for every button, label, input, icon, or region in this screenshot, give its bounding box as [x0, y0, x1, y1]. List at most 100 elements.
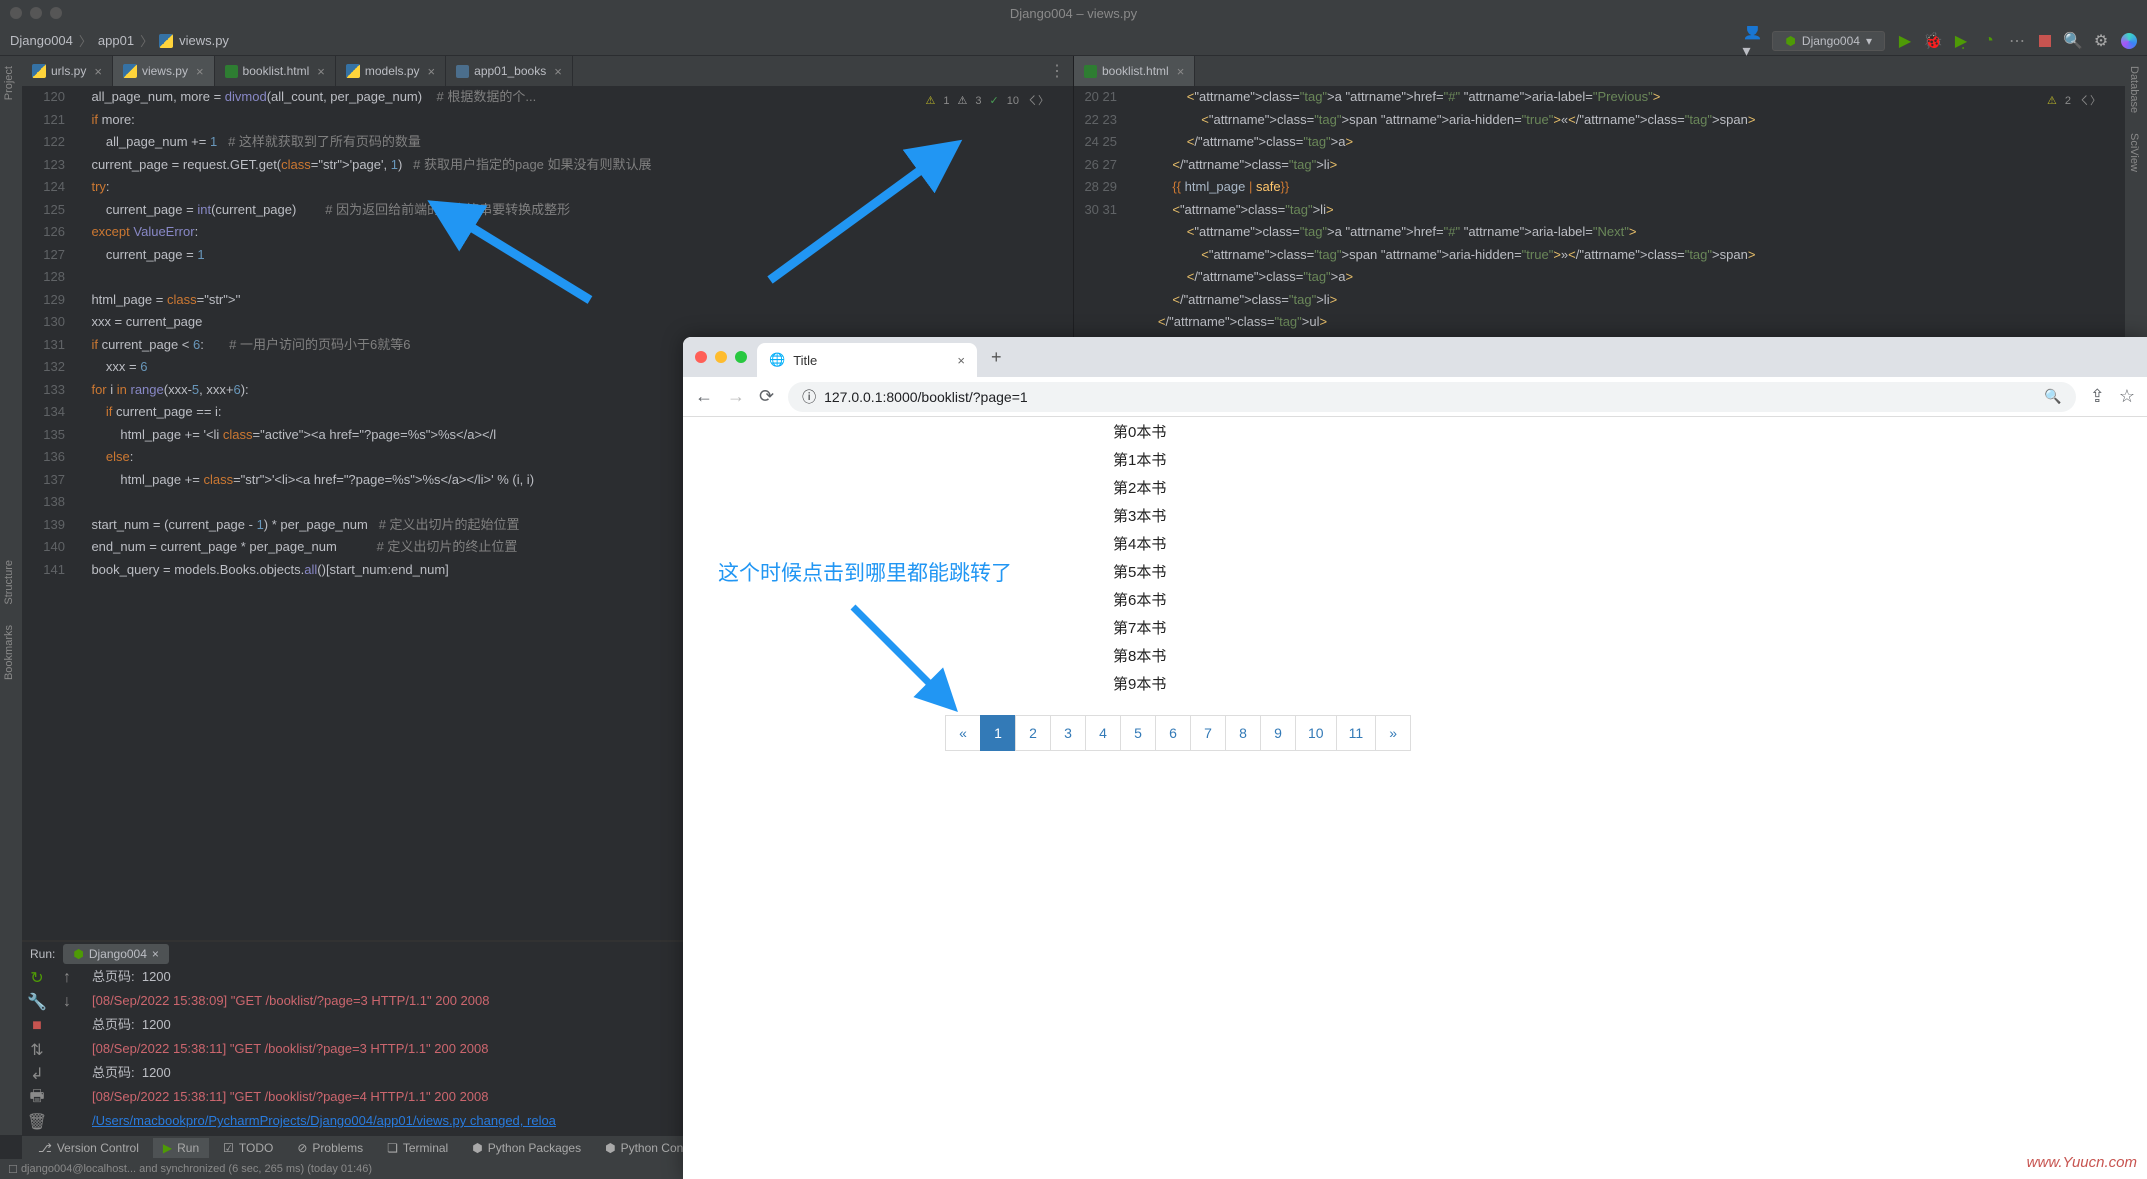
- tab-db-table[interactable]: app01_books ×: [446, 56, 573, 86]
- new-tab-button[interactable]: +: [991, 347, 1002, 368]
- tab-booklist-html[interactable]: booklist.html×: [215, 56, 336, 86]
- close-icon[interactable]: ×: [317, 64, 325, 79]
- globe-icon: 🌐: [769, 352, 785, 368]
- breadcrumb[interactable]: Django004 〉 app01 〉 views.py: [10, 31, 229, 50]
- python-packages-tab[interactable]: ⬢Python Packages: [462, 1138, 591, 1158]
- structure-tool-tab[interactable]: Structure: [0, 550, 18, 615]
- page-link[interactable]: 7: [1190, 715, 1226, 751]
- crumb-project[interactable]: Django004: [10, 33, 73, 48]
- tab-models[interactable]: models.py×: [336, 56, 446, 86]
- page-link[interactable]: 10: [1295, 715, 1337, 751]
- tab-urls[interactable]: urls.py×: [22, 56, 113, 86]
- tab-label: app01_books: [474, 64, 546, 78]
- close-icon[interactable]: ×: [428, 64, 436, 79]
- close-icon[interactable]: ×: [196, 64, 204, 79]
- list-item: 第2本书: [1113, 475, 1166, 503]
- run-tab[interactable]: ⬢ Django004 ×: [63, 944, 169, 964]
- up-button[interactable]: ↑: [58, 969, 76, 987]
- down-button[interactable]: ↓: [58, 993, 76, 1011]
- pagination: «1234567891011»: [946, 715, 1411, 751]
- list-item: 第4本书: [1113, 531, 1166, 559]
- page-link[interactable]: 8: [1225, 715, 1261, 751]
- tab-overflow-icon[interactable]: ⋮: [1041, 61, 1073, 81]
- stop-button[interactable]: [2037, 33, 2053, 49]
- browser-content: 第0本书第1本书第2本书第3本书第4本书第5本书第6本书第7本书第8本书第9本书…: [683, 417, 2147, 1179]
- bookmarks-tool-tab[interactable]: Bookmarks: [0, 615, 18, 690]
- play-icon: ▶: [163, 1141, 172, 1155]
- run-coverage-button[interactable]: ▶̣: [1953, 33, 1969, 49]
- project-tool-tab[interactable]: Project: [0, 56, 18, 110]
- close-icon[interactable]: ×: [554, 64, 562, 79]
- annotation-arrow-icon: [843, 597, 973, 727]
- run-toolbar: ↻ 🔧 ■ ⇅ ↲ 🖶 🗑: [22, 965, 52, 1135]
- console-icon: ⬢: [605, 1141, 615, 1155]
- page-link[interactable]: 2: [1015, 715, 1051, 751]
- search-icon[interactable]: 🔍: [2065, 33, 2081, 49]
- bookmark-button[interactable]: ☆: [2119, 386, 2135, 407]
- mac-traffic-lights[interactable]: [695, 351, 747, 363]
- run-tab[interactable]: ▶Run: [153, 1138, 209, 1158]
- mac-traffic-lights: [10, 7, 62, 19]
- delete-button[interactable]: 🗑: [28, 1113, 46, 1131]
- branch-icon: ⎇: [38, 1141, 52, 1155]
- stop-button[interactable]: ■: [28, 1017, 46, 1035]
- profile-button[interactable]: ◔: [1981, 33, 1997, 49]
- print-button[interactable]: 🖶: [28, 1089, 46, 1107]
- share-button[interactable]: ⇪: [2090, 386, 2105, 407]
- crumb-file[interactable]: views.py: [179, 33, 229, 48]
- user-icon[interactable]: 👤▾: [1744, 33, 1760, 49]
- page-link[interactable]: 3: [1050, 715, 1086, 751]
- close-icon[interactable]: ×: [152, 947, 159, 961]
- page-link[interactable]: 9: [1260, 715, 1296, 751]
- code-with-me-icon[interactable]: [2121, 33, 2137, 49]
- terminal-tab[interactable]: ❏Terminal: [377, 1138, 458, 1158]
- page-link[interactable]: «: [945, 715, 981, 751]
- page-link[interactable]: 11: [1336, 715, 1377, 751]
- chevron-right-icon: 〉: [140, 31, 153, 50]
- navigation-bar: Django004 〉 app01 〉 views.py 👤▾ ⬢ Django…: [0, 26, 2147, 56]
- crumb-app[interactable]: app01: [98, 33, 134, 48]
- run-configuration-selector[interactable]: ⬢ Django004 ▾: [1772, 31, 1885, 51]
- page-link[interactable]: 5: [1120, 715, 1156, 751]
- close-icon[interactable]: ×: [1177, 64, 1185, 79]
- forward-button[interactable]: →: [727, 386, 745, 407]
- django-icon: ⬢: [73, 947, 83, 961]
- sciview-tool-tab[interactable]: SciView: [2125, 123, 2143, 182]
- run-label: Run:: [30, 947, 55, 961]
- page-link[interactable]: 6: [1155, 715, 1191, 751]
- run-button[interactable]: ▶: [1897, 33, 1913, 49]
- back-button[interactable]: ←: [695, 386, 713, 407]
- browser-tab[interactable]: 🌐 Title ×: [757, 343, 977, 377]
- page-link[interactable]: 4: [1085, 715, 1121, 751]
- run-tab-label: Django004: [89, 947, 147, 961]
- soft-wrap-button[interactable]: ↲: [28, 1065, 46, 1083]
- run-config-label: Django004: [1802, 34, 1860, 48]
- todo-tab[interactable]: ☑TODO: [213, 1138, 283, 1158]
- rerun-button[interactable]: ↻: [28, 969, 46, 987]
- python-file-icon: [123, 64, 137, 78]
- address-bar[interactable]: ⓘ 127.0.0.1:8000/booklist/?page=1 🔍: [788, 382, 2076, 412]
- layout-button[interactable]: ⇅: [28, 1041, 46, 1059]
- page-link[interactable]: »: [1375, 715, 1411, 751]
- reload-button[interactable]: ⟳: [759, 386, 774, 407]
- tab-booklist-html[interactable]: booklist.html ×: [1074, 56, 1195, 86]
- settings-button[interactable]: 🔧: [28, 993, 46, 1011]
- list-item: 第0本书: [1113, 419, 1166, 447]
- browser-window: 🌐 Title × + ← → ⟳ ⓘ 127.0.0.1:8000/bookl…: [683, 337, 2147, 1179]
- attach-button[interactable]: ⋯: [2009, 33, 2025, 49]
- tab-views[interactable]: views.py ×: [113, 56, 215, 86]
- tab-label: views.py: [142, 64, 188, 78]
- close-icon[interactable]: ×: [94, 64, 102, 79]
- package-icon: ⬢: [472, 1141, 482, 1155]
- database-tool-tab[interactable]: Database: [2125, 56, 2143, 123]
- version-control-tab[interactable]: ⎇Version Control: [28, 1138, 149, 1158]
- debug-button[interactable]: 🐞: [1925, 33, 1941, 49]
- list-item: 第1本书: [1113, 447, 1166, 475]
- page-link[interactable]: 1: [980, 715, 1016, 751]
- problems-tab[interactable]: ⊘Problems: [287, 1138, 373, 1158]
- settings-icon[interactable]: ⚙: [2093, 33, 2109, 49]
- terminal-icon: ❏: [387, 1141, 398, 1155]
- tab-label: booklist.html: [1102, 64, 1169, 78]
- list-item: 第7本书: [1113, 615, 1166, 643]
- close-icon[interactable]: ×: [957, 353, 965, 368]
